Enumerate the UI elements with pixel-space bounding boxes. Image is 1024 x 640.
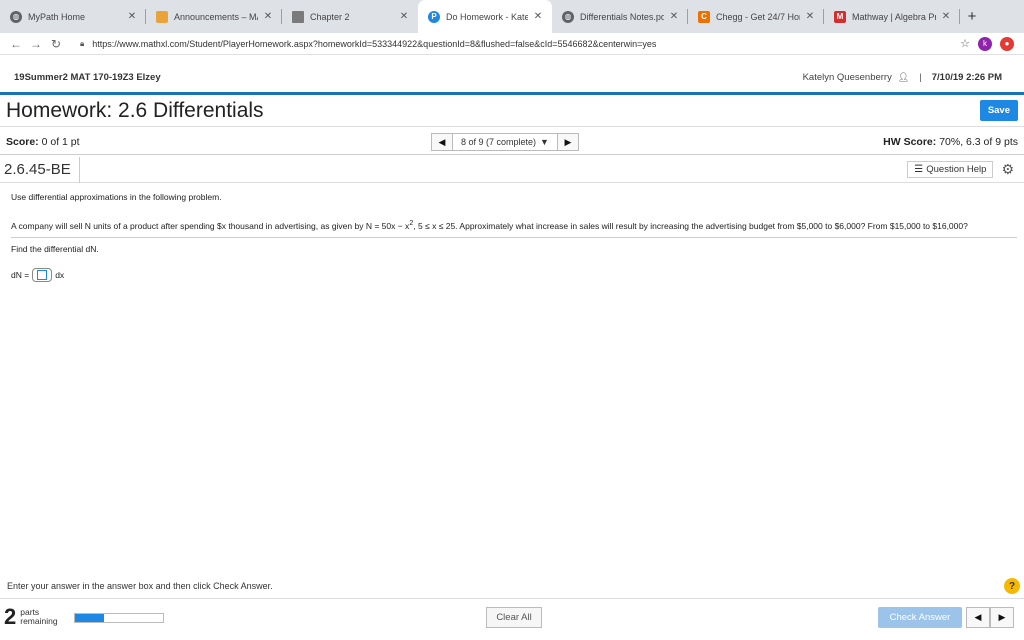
tab-mypath-home[interactable]: ◍ MyPath Home ✕ [0, 0, 146, 33]
lock-icon: 🔒︎ [80, 39, 84, 49]
question-content: Use differential approximations in the f… [11, 192, 1017, 282]
next-question-button[interactable]: ▶ [557, 133, 579, 151]
globe-icon: ◍ [10, 11, 22, 23]
problem-text: A company will sell N units of a product… [11, 218, 1017, 238]
browser-tab-bar: ◍ MyPath Home ✕ Announcements – MAT ✕ Ch… [0, 0, 1024, 33]
forward-icon[interactable]: → [26, 37, 46, 51]
close-icon[interactable]: ✕ [940, 11, 952, 22]
progress-bar [74, 613, 164, 623]
tab-label: Chapter 2 [310, 12, 394, 22]
tab-label: Mathway | Algebra Pro [852, 12, 936, 22]
tab-chegg[interactable]: C Chegg - Get 24/7 Hom ✕ [688, 0, 824, 33]
question-id: 2.6.45-BE [4, 157, 80, 183]
user-name[interactable]: Katelyn Quesenberry [803, 72, 892, 83]
find-prompt: Find the differential dN. [11, 244, 1017, 254]
course-name: 19Summer2 MAT 170-19Z3 Elzey [14, 72, 161, 83]
tab-label: Announcements – MAT [174, 12, 258, 22]
footer-hint: Enter your answer in the answer box and … [7, 581, 273, 591]
tab-mathway[interactable]: M Mathway | Algebra Pro ✕ [824, 0, 960, 33]
tab-do-homework[interactable]: P Do Homework - Katelyn ✕ [418, 0, 552, 33]
url-field[interactable]: 🔒︎ https://www.mathxl.com/Student/Player… [80, 39, 960, 49]
instructions: Use differential approximations in the f… [11, 192, 1017, 202]
mathway-icon: M [834, 11, 846, 23]
parts-count: 2 [4, 606, 16, 628]
tab-label: Differentials Notes.pdf [580, 12, 664, 22]
reload-icon[interactable]: ↻ [46, 37, 66, 51]
tab-differentials-notes[interactable]: ◍ Differentials Notes.pdf ✕ [552, 0, 688, 33]
score-row: Score: 0 of 1 pt ◀ 8 of 9 (7 complete) ▼… [0, 129, 1024, 155]
tab-label: Chegg - Get 24/7 Hom [716, 12, 800, 22]
close-icon[interactable]: ✕ [532, 11, 544, 22]
close-icon[interactable]: ✕ [398, 11, 410, 22]
caret-down-icon: ▼ [540, 137, 549, 147]
previous-question-button[interactable]: ◀ [431, 133, 453, 151]
progress-fill [75, 614, 104, 622]
gear-icon[interactable]: ⚙ [1001, 161, 1014, 178]
parts-remaining: 2 parts remaining [4, 606, 58, 628]
tab-label: MyPath Home [28, 12, 122, 22]
next-question-button[interactable]: ▶ [990, 607, 1014, 628]
user-icon: 👤︎ [898, 72, 909, 83]
current-date: 7/10/19 2:26 PM [932, 72, 1002, 83]
question-id-row: 2.6.45-BE ☰ Question Help ⚙ [0, 157, 1024, 183]
list-icon: ☰ [914, 164, 923, 175]
check-answer-button[interactable]: Check Answer [878, 607, 962, 628]
answer-input[interactable] [32, 268, 52, 282]
tab-chapter-2[interactable]: Chapter 2 ✕ [282, 0, 418, 33]
close-icon[interactable]: ✕ [262, 11, 274, 22]
answer-line: dN = dx [11, 268, 1017, 282]
clear-all-button[interactable]: Clear All [486, 607, 542, 628]
globe-icon: ◍ [562, 11, 574, 23]
question-selector[interactable]: 8 of 9 (7 complete) ▼ [453, 133, 557, 151]
pearson-icon: P [428, 11, 440, 23]
previous-question-button[interactable]: ◀ [966, 607, 990, 628]
address-bar-row: ← → ↻ 🔒︎ https://www.mathxl.com/Student/… [0, 33, 1024, 55]
canvas-icon [156, 11, 168, 23]
close-icon[interactable]: ✕ [668, 11, 680, 22]
question-navigator: ◀ 8 of 9 (7 complete) ▼ ▶ [431, 133, 579, 151]
bookmark-star-icon[interactable]: ☆ [960, 37, 970, 50]
close-icon[interactable]: ✕ [126, 11, 138, 22]
score: Score: 0 of 1 pt [6, 136, 80, 148]
document-icon [292, 11, 304, 23]
hw-score: HW Score: 70%, 6.3 of 9 pts [883, 136, 1018, 148]
new-tab-button[interactable]: + [960, 0, 984, 33]
page-title: Homework: 2.6 Differentials [6, 99, 264, 123]
title-row: Homework: 2.6 Differentials Save [0, 95, 1024, 127]
footer-question-nav: ◀ ▶ [966, 607, 1014, 628]
url-text: https://www.mathxl.com/Student/PlayerHom… [92, 39, 656, 49]
close-icon[interactable]: ✕ [804, 11, 816, 22]
chegg-icon: C [698, 11, 710, 23]
tab-label: Do Homework - Katelyn [446, 12, 528, 22]
back-icon[interactable]: ← [6, 37, 26, 51]
profile-avatar[interactable]: k [978, 37, 992, 51]
help-icon[interactable]: ? [1004, 578, 1020, 594]
save-button[interactable]: Save [980, 100, 1018, 121]
extension-icon[interactable]: ● [1000, 37, 1014, 51]
course-header: 19Summer2 MAT 170-19Z3 Elzey Katelyn Que… [0, 62, 1024, 92]
tab-announcements[interactable]: Announcements – MAT ✕ [146, 0, 282, 33]
question-help-button[interactable]: ☰ Question Help [907, 161, 993, 178]
